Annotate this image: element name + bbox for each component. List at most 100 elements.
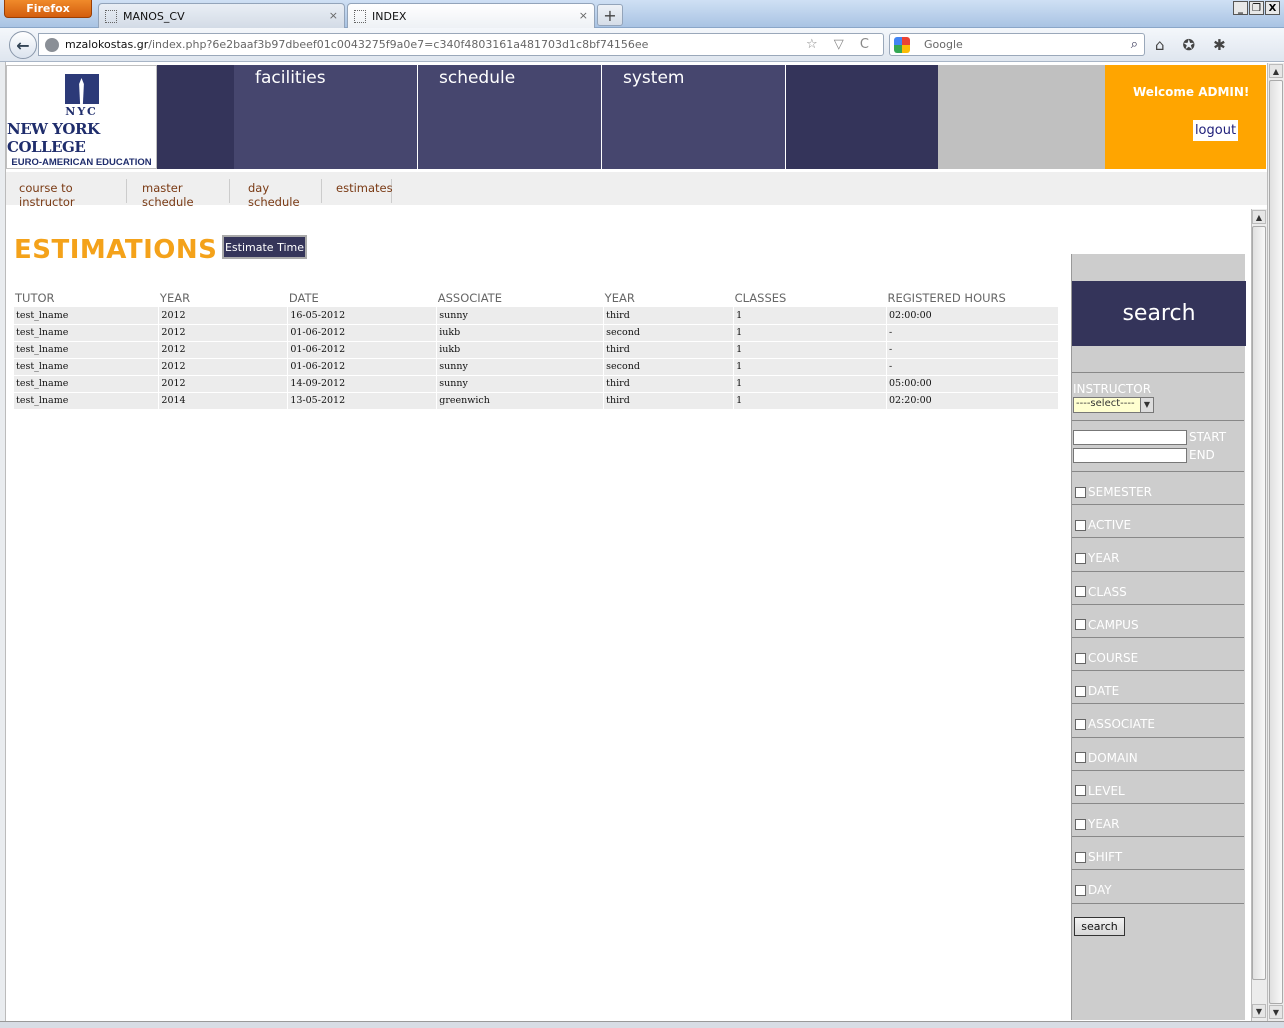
page-scrollbar[interactable]: ▲ ▼ <box>1251 209 1267 1021</box>
filter-checkbox[interactable] <box>1075 519 1086 531</box>
end-label: END <box>1189 448 1215 462</box>
close-window-icon[interactable]: X <box>1265 1 1280 15</box>
table-cell: 1 <box>733 392 888 410</box>
filter-row[interactable]: SHIFT <box>1075 849 1122 865</box>
table-row: test_lname 2012 01-06-2012 sunny second 1- <box>14 358 1059 376</box>
table-cell: test_lname <box>14 358 160 376</box>
filter-row[interactable]: ACTIVE <box>1075 517 1131 533</box>
col-tutor: TUTOR <box>15 291 55 305</box>
table-row: test_lname 2012 01-06-2012 iukb third 1- <box>14 341 1059 359</box>
table-cell: third <box>603 341 735 359</box>
estimate-time-button[interactable]: Estimate Time <box>222 235 307 259</box>
filter-row[interactable]: DATE <box>1075 683 1119 699</box>
restore-icon[interactable]: ❐ <box>1249 1 1264 15</box>
web-search-input[interactable]: Google ⌕ <box>889 33 1145 56</box>
filter-label: YEAR <box>1088 817 1120 831</box>
nav-system[interactable]: system <box>602 65 786 169</box>
scroll-thumb[interactable] <box>1269 80 1283 1004</box>
back-arrow-icon[interactable]: ← <box>9 31 37 59</box>
filter-checkbox[interactable] <box>1075 652 1086 664</box>
tab-index[interactable]: INDEX × <box>347 3 595 28</box>
filter-label: SEMESTER <box>1088 485 1153 499</box>
filter-row[interactable]: ASSOCIATE <box>1075 716 1155 732</box>
subnav-estimates[interactable]: estimates <box>336 179 393 203</box>
outer-scrollbar[interactable]: ▲ ▼ <box>1267 63 1284 1021</box>
filter-checkbox[interactable] <box>1075 785 1086 797</box>
table-cell: - <box>886 358 1059 376</box>
instructor-label: INSTRUCTOR <box>1073 382 1152 396</box>
bookmarks-icon[interactable]: ✪ <box>1183 36 1196 54</box>
filter-row[interactable]: YEAR <box>1075 816 1119 832</box>
divider <box>1072 836 1244 838</box>
filter-checkbox[interactable] <box>1075 619 1086 631</box>
chevron-down-icon: ▼ <box>1140 398 1153 412</box>
tab-label: INDEX <box>372 9 407 23</box>
new-tab-button[interactable]: + <box>597 4 623 26</box>
firefox-menu-button[interactable]: Firefox <box>4 0 92 18</box>
subnav-master-schedule[interactable]: master schedule <box>142 179 230 209</box>
scroll-up-icon[interactable]: ▲ <box>1252 210 1266 224</box>
table-cell: sunny <box>436 307 605 325</box>
scroll-down-icon[interactable]: ▼ <box>1252 1004 1266 1018</box>
filter-checkbox[interactable] <box>1075 884 1086 896</box>
close-tab-icon[interactable]: × <box>579 9 588 22</box>
divider <box>1072 902 1244 904</box>
page-icon <box>105 9 117 23</box>
subnav-course-to-instructor[interactable]: course to instructor <box>19 179 127 209</box>
filter-row[interactable]: CLASS <box>1075 584 1127 600</box>
instructor-select[interactable]: ----select---- ▼ <box>1073 397 1154 413</box>
filter-checkbox[interactable] <box>1075 586 1086 598</box>
end-date-input[interactable] <box>1073 448 1187 463</box>
close-tab-icon[interactable]: × <box>329 9 338 22</box>
table-cell: test_lname <box>14 307 160 325</box>
scroll-up-icon[interactable]: ▲ <box>1269 64 1283 78</box>
subnav-day-schedule[interactable]: day schedule <box>248 179 322 209</box>
logo-title: NEW YORK COLLEGE <box>7 120 100 156</box>
statue-of-liberty-icon <box>64 74 99 104</box>
filter-checkbox[interactable] <box>1075 752 1086 764</box>
header-spacer <box>157 65 234 169</box>
table-cell: - <box>886 341 1059 359</box>
filter-checkbox[interactable] <box>1075 552 1086 564</box>
scroll-thumb[interactable] <box>1252 226 1266 980</box>
bookmark-star-icon[interactable]: ☆ ▽ C <box>806 37 875 52</box>
search-panel-title: search <box>1072 281 1246 346</box>
table-cell: greenwich <box>436 392 605 410</box>
college-logo[interactable]: NYC NEW YORK COLLEGE EURO-AMERICAN EDUCA… <box>6 65 157 169</box>
tab-manos-cv[interactable]: MANOS_CV × <box>98 3 345 28</box>
minimize-icon[interactable]: _ <box>1233 1 1248 15</box>
filter-checkbox[interactable] <box>1075 818 1086 830</box>
filter-row[interactable]: YEAR <box>1075 550 1119 566</box>
search-button[interactable]: search <box>1074 917 1125 936</box>
instructor-select-value: ----select---- <box>1076 398 1135 409</box>
divider <box>1072 420 1244 421</box>
filter-row[interactable]: DAY <box>1075 882 1112 898</box>
table-cell: 2012 <box>158 324 289 342</box>
home-icon[interactable]: ⌂ <box>1155 36 1165 54</box>
browser-navbar: ← mzalokostas.gr/index.php?6e2baaf3b97db… <box>0 28 1284 62</box>
search-icon[interactable]: ⌕ <box>1131 37 1138 52</box>
start-label: START <box>1189 430 1227 444</box>
filter-checkbox[interactable] <box>1075 685 1086 697</box>
web-page: NYC NEW YORK COLLEGE EURO-AMERICAN EDUCA… <box>6 63 1267 1020</box>
search-engine-label: Google <box>924 38 963 51</box>
scroll-down-icon[interactable]: ▼ <box>1269 1005 1283 1019</box>
filter-row[interactable]: COURSE <box>1075 650 1138 666</box>
filter-checkbox[interactable] <box>1075 486 1086 498</box>
filter-checkbox[interactable] <box>1075 851 1086 863</box>
filter-label: CAMPUS <box>1088 617 1139 632</box>
divider <box>1072 570 1244 572</box>
filter-row[interactable]: SEMESTER <box>1075 484 1152 500</box>
start-date-input[interactable] <box>1073 430 1187 445</box>
logout-button[interactable]: logout <box>1193 120 1238 141</box>
url-bar[interactable]: mzalokostas.gr/index.php?6e2baaf3b97dbee… <box>38 33 884 56</box>
site-header: NYC NEW YORK COLLEGE EURO-AMERICAN EDUCA… <box>6 65 1267 169</box>
filter-checkbox[interactable] <box>1075 718 1086 730</box>
nav-facilities[interactable]: facilities <box>234 65 418 169</box>
filter-row[interactable]: LEVEL <box>1075 783 1125 799</box>
filter-row[interactable]: DOMAIN <box>1075 750 1138 766</box>
nav-schedule[interactable]: schedule <box>418 65 602 169</box>
filter-row[interactable]: CAMPUS <box>1075 617 1139 633</box>
addons-icon[interactable]: ✱ <box>1213 36 1226 54</box>
table-cell: - <box>886 324 1059 342</box>
